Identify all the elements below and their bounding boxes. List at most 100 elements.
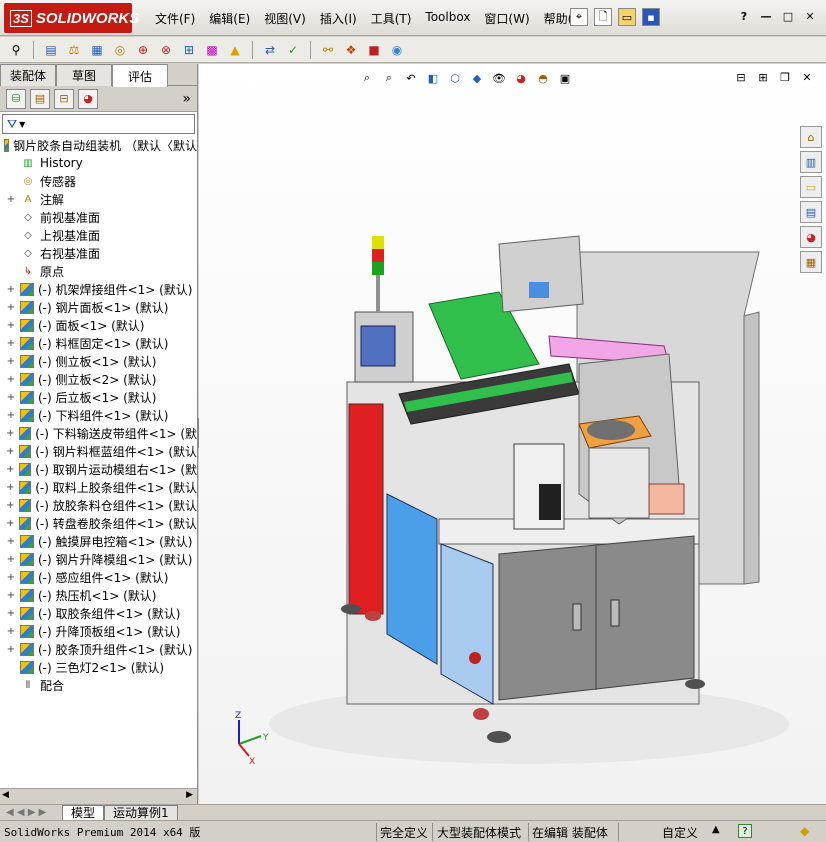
expand-toggle-icon[interactable]: + — [6, 356, 16, 367]
costing-icon[interactable]: ■ — [364, 40, 384, 60]
graphics-area[interactable]: ⌕ ⌕ ↶ ◧ ⬡ ◆ 👁 ◕ ◓ ▣ ⊟ ⊞ ❐ ✕ ⌂ ▥ ▭ ▤ ◕ ▦ — [199, 64, 826, 804]
tab-motion-study[interactable]: 运动算例1 — [104, 804, 178, 821]
mass-properties-icon[interactable]: ⚖ — [64, 40, 84, 60]
horizontal-scrollbar[interactable]: ◀ ▶ — [0, 788, 197, 804]
tree-item[interactable]: ◇ 上视基准面 — [0, 226, 197, 244]
tree-item[interactable]: + (-) 下料输送皮带组件<1> (默 — [0, 424, 197, 442]
sensor-icon[interactable]: ◎ — [110, 40, 130, 60]
tree-item[interactable]: + (-) 升降顶板组<1> (默认) — [0, 622, 197, 640]
simulation-icon[interactable]: ❖ — [341, 40, 361, 60]
tree-item[interactable]: + (-) 侧立板<1> (默认) — [0, 352, 197, 370]
tree-item[interactable]: + (-) 转盘卷胶条组件<1> (默认 — [0, 514, 197, 532]
tree-item[interactable]: + (-) 取钢片运动模组右<1> (默 — [0, 460, 197, 478]
measure-icon[interactable]: ▤ — [41, 40, 61, 60]
tree-item[interactable]: + (-) 放胶条料仓组件<1> (默认 — [0, 496, 197, 514]
property-manager-icon[interactable]: ▤ — [30, 88, 50, 109]
tree-item[interactable]: + (-) 热压机<1> (默认) — [0, 586, 197, 604]
tree-item[interactable]: + (-) 下料组件<1> (默认) — [0, 406, 197, 424]
tree-item[interactable]: + (-) 取胶条组件<1> (默认) — [0, 604, 197, 622]
menu-edit[interactable]: 编辑(E) — [202, 10, 257, 27]
units-caret-icon[interactable]: ▲ — [712, 824, 720, 835]
tree-item[interactable]: ◎ 传感器 — [0, 172, 197, 190]
expand-toggle-icon[interactable]: + — [6, 644, 16, 655]
menu-tools[interactable]: 工具(T) — [364, 10, 419, 27]
tree-item[interactable]: ↳ 原点 — [0, 262, 197, 280]
solidworks-logo[interactable]: 3S SOLIDWORKS — [4, 3, 139, 33]
expand-toggle-icon[interactable]: + — [6, 392, 16, 403]
restore-button[interactable]: □ — [780, 8, 796, 24]
tab-assembly[interactable]: 装配体 — [0, 64, 56, 86]
tab-nav-arrows[interactable]: ◀ ◀ ▶ ▶ — [0, 807, 62, 818]
tree-item[interactable]: + (-) 感应组件<1> (默认) — [0, 568, 197, 586]
symmetry-icon[interactable]: ⚯ — [318, 40, 338, 60]
tree-item[interactable]: + (-) 后立板<1> (默认) — [0, 388, 197, 406]
expand-toggle-icon[interactable]: + — [6, 590, 16, 601]
expand-toggle-icon[interactable]: + — [6, 536, 16, 547]
tree-item[interactable]: + (-) 机架焊接组件<1> (默认) — [0, 280, 197, 298]
expand-toggle-icon[interactable]: + — [6, 338, 16, 349]
interference-icon[interactable]: ⊕ — [133, 40, 153, 60]
tree-item[interactable]: + A 注解 — [0, 190, 197, 208]
scroll-right-icon[interactable]: ▶ — [186, 790, 193, 800]
tree-item[interactable]: ◇ 前视基准面 — [0, 208, 197, 226]
expand-toggle-icon[interactable]: + — [6, 608, 16, 619]
tree-item[interactable]: + (-) 料框固定<1> (默认) — [0, 334, 197, 352]
save-icon[interactable]: ▪ — [642, 8, 660, 26]
tree-item[interactable]: + (-) 钢片升降模组<1> (默认) — [0, 550, 197, 568]
tree-root[interactable]: 钢片胶条自动组装机 （默认〈默认 — [0, 136, 197, 154]
filter-dropdown-icon[interactable]: ▼ — [19, 120, 25, 129]
expand-toggle-icon[interactable]: + — [6, 374, 16, 385]
tree-item[interactable]: + (-) 取料上胶条组件<1> (默认 — [0, 478, 197, 496]
draft-analysis-icon[interactable]: ▲ — [225, 40, 245, 60]
tree-item[interactable]: ▥ History — [0, 154, 197, 172]
tag-icon[interactable]: ◆ — [800, 824, 809, 838]
tab-model[interactable]: 模型 — [62, 804, 105, 821]
panel-expand-icon[interactable]: » — [182, 91, 191, 107]
expand-toggle-icon[interactable]: + — [6, 446, 15, 457]
menu-view[interactable]: 视图(V) — [257, 10, 313, 27]
units-custom[interactable]: 自定义 — [662, 824, 698, 841]
tree-item[interactable]: + (-) 钢片面板<1> (默认) — [0, 298, 197, 316]
tab-evaluate[interactable]: 评估 — [112, 64, 168, 87]
menu-toolbox[interactable]: Toolbox — [418, 10, 477, 27]
expand-toggle-icon[interactable]: + — [6, 302, 16, 313]
pin-icon[interactable]: ⌖ — [570, 8, 588, 26]
sustainability-icon[interactable]: ◉ — [387, 40, 407, 60]
minimize-button[interactable]: — — [758, 8, 774, 24]
hole-alignment-icon[interactable]: ⊞ — [179, 40, 199, 60]
close-button[interactable]: ✕ — [802, 8, 818, 24]
expand-toggle-icon[interactable]: + — [6, 410, 16, 421]
new-document-icon[interactable]: 🗋 — [594, 8, 612, 26]
expand-toggle-icon[interactable]: + — [6, 554, 16, 565]
check-icon[interactable]: ✓ — [283, 40, 303, 60]
help-status-icon[interactable]: ? — [738, 824, 752, 838]
selection-filter-icon[interactable]: ⚲ — [6, 40, 26, 60]
tree-item[interactable]: + (-) 钢片料框蓝组件<1> (默认 — [0, 442, 197, 460]
tab-sketch[interactable]: 草图 — [56, 64, 112, 86]
tree-filter[interactable]: ⛛ ▼ — [2, 114, 195, 134]
menu-insert[interactable]: 插入(I) — [313, 10, 364, 27]
open-folder-icon[interactable]: ▭ — [618, 8, 636, 26]
scroll-left-icon[interactable]: ◀ — [2, 790, 9, 800]
expand-toggle-icon[interactable]: + — [6, 464, 15, 475]
configuration-manager-icon[interactable]: ⊟ — [54, 88, 74, 109]
display-manager-icon[interactable]: ◕ — [78, 88, 98, 109]
expand-toggle-icon[interactable]: + — [6, 320, 16, 331]
expand-toggle-icon[interactable]: + — [6, 518, 15, 529]
section-properties-icon[interactable]: ▦ — [87, 40, 107, 60]
expand-toggle-icon[interactable]: + — [6, 194, 16, 205]
expand-toggle-icon[interactable]: + — [6, 626, 16, 637]
expand-toggle-icon[interactable]: + — [6, 284, 16, 295]
help-icon[interactable]: ? — [736, 8, 752, 24]
tree-item[interactable]: ⦀ 配合 — [0, 676, 197, 694]
expand-toggle-icon[interactable]: + — [6, 482, 15, 493]
tree-item[interactable]: + (-) 侧立板<2> (默认) — [0, 370, 197, 388]
feature-manager-icon[interactable]: ⛁ — [6, 88, 26, 109]
expand-toggle-icon[interactable]: + — [6, 500, 15, 511]
assembly-model[interactable]: Z Y X — [199, 64, 826, 804]
compare-icon[interactable]: ⇄ — [260, 40, 280, 60]
expand-toggle-icon[interactable]: + — [6, 428, 15, 439]
tree-item[interactable]: + (-) 胶条顶升组件<1> (默认) — [0, 640, 197, 658]
tree-item[interactable]: + (-) 面板<1> (默认) — [0, 316, 197, 334]
tree-item[interactable]: (-) 三色灯2<1> (默认) — [0, 658, 197, 676]
